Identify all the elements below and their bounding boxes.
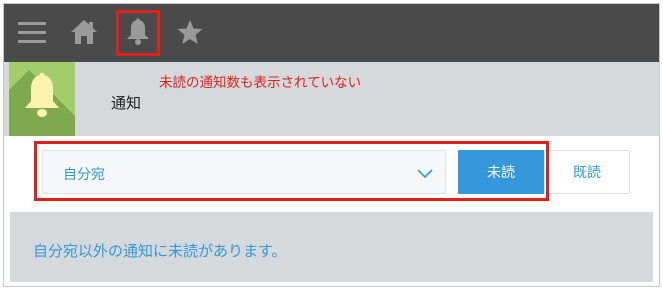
read-tab-button[interactable]: 既読: [544, 150, 630, 194]
home-icon[interactable]: [68, 16, 100, 48]
bell-highlight-box: [116, 10, 160, 56]
menu-icon[interactable]: [16, 16, 48, 48]
annotation-text: 未読の通知数も表示されていない: [159, 75, 362, 91]
notification-screen: 通知 未読の通知数も表示されていない 自分宛 未読 既読 自分宛以外の通知に未読…: [3, 3, 660, 287]
filter-highlight-box: [34, 141, 549, 201]
page-header: 通知 未読の通知数も表示されていない: [4, 62, 659, 136]
top-navigation-bar: [4, 4, 659, 62]
header-bell-icon: [9, 62, 75, 136]
star-icon[interactable]: [174, 16, 206, 48]
unread-elsewhere-message: 自分宛以外の通知に未読があります。: [33, 242, 287, 260]
page-title: 通知: [111, 94, 142, 112]
message-panel: 自分宛以外の通知に未読があります。: [10, 212, 653, 282]
